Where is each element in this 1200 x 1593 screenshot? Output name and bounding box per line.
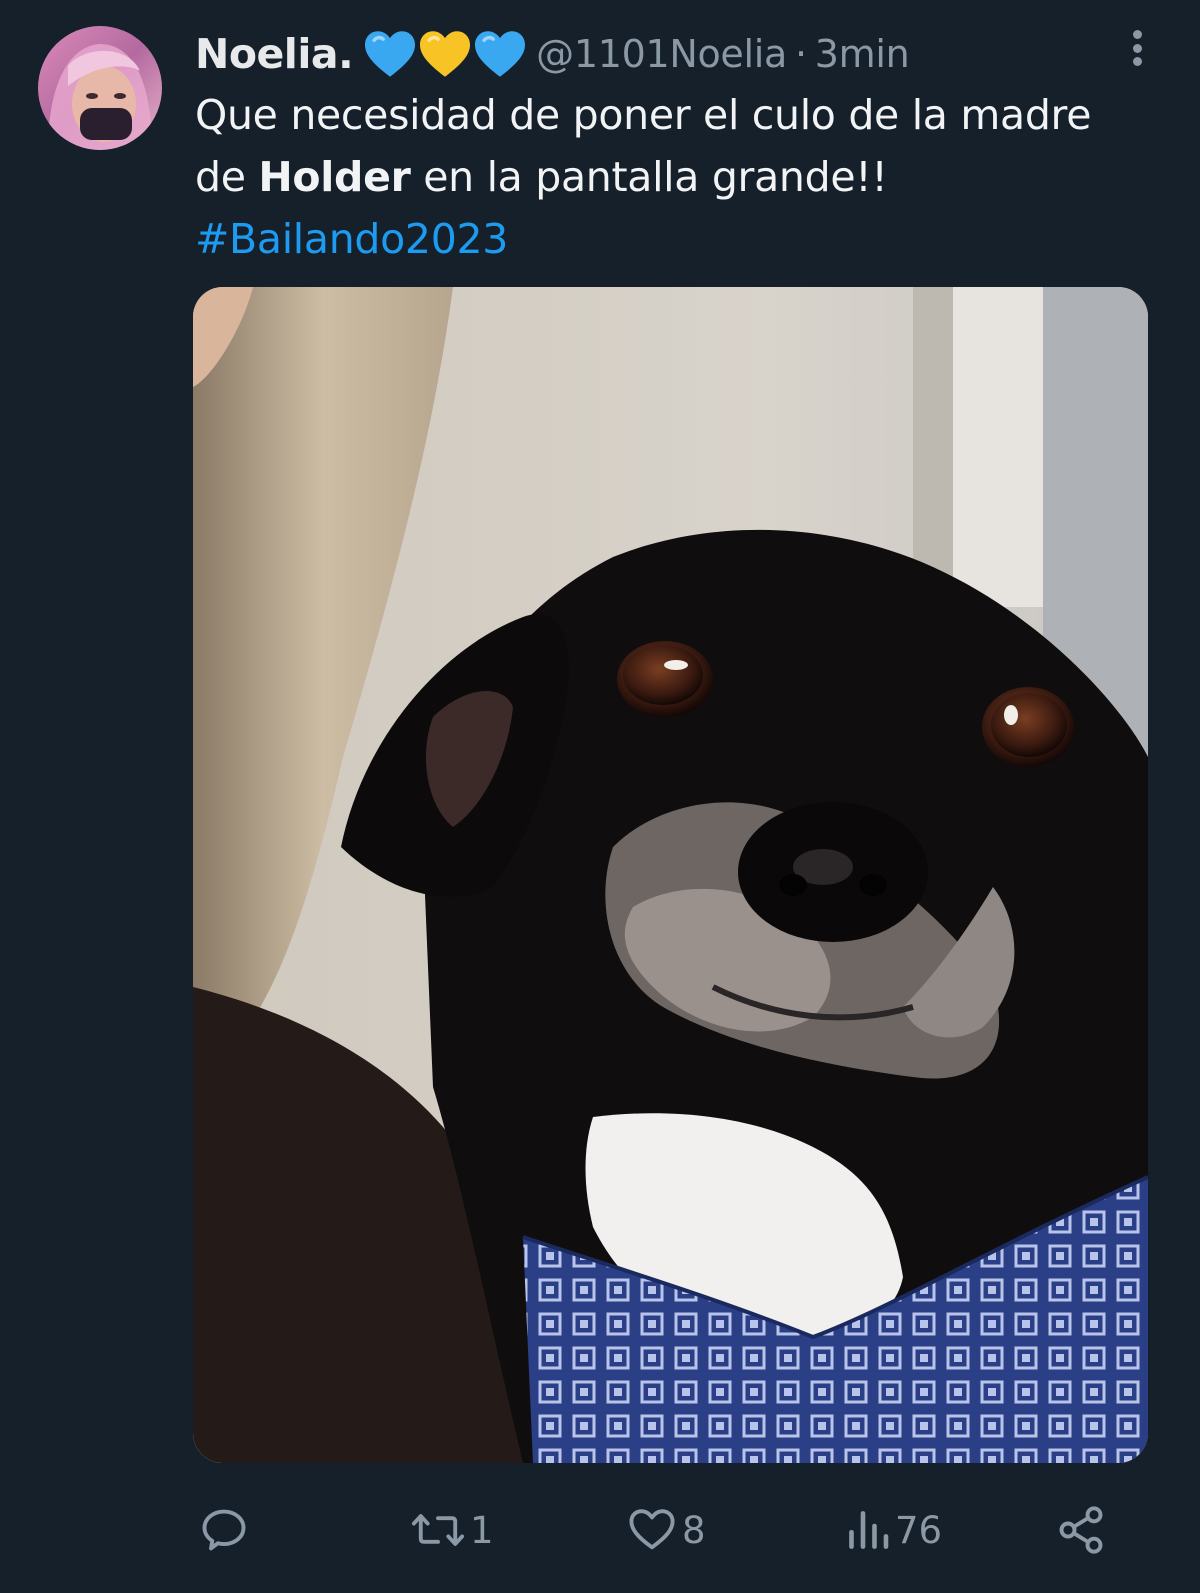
yellow-heart-icon (420, 31, 471, 77)
emoji-hearts (361, 29, 526, 79)
tweet-text: Que necesidad de poner el culo de la mad… (195, 84, 1135, 270)
reply-icon (202, 1509, 246, 1551)
reply-button[interactable] (198, 1495, 254, 1565)
separator-dot: · (795, 32, 807, 76)
retweet-count: 1 (470, 1508, 494, 1552)
retweet-button[interactable]: 1 (410, 1495, 494, 1565)
display-name[interactable]: Noelia. (195, 30, 354, 78)
more-icon-dot (1132, 57, 1142, 66)
more-icon (1132, 30, 1142, 39)
like-count: 8 (682, 1508, 706, 1552)
tweet-media-photo[interactable] (193, 287, 1148, 1463)
share-icon (1059, 1506, 1103, 1554)
like-button[interactable]: 8 (626, 1495, 706, 1565)
tweet-actions-bar: 1 8 76 (0, 1495, 1200, 1565)
more-icon-dot (1132, 43, 1142, 53)
views-count: 76 (895, 1508, 943, 1552)
avatar[interactable] (38, 26, 162, 150)
share-button[interactable] (1055, 1495, 1107, 1565)
views-button[interactable]: 76 (845, 1495, 942, 1565)
more-options-button[interactable] (1122, 28, 1152, 68)
tweet-text-bold: Holder (258, 153, 411, 201)
dog-photo (193, 287, 1148, 1463)
retweet-icon (411, 1514, 465, 1546)
views-icon (849, 1511, 889, 1549)
blue-heart-icon (475, 31, 526, 77)
avatar-image (38, 26, 162, 150)
tweet-time[interactable]: 3min (815, 32, 910, 76)
tweet-header: Noelia. @1101Noelia · 3min (195, 26, 910, 82)
like-icon (629, 1509, 675, 1550)
user-handle[interactable]: @1101Noelia (536, 32, 787, 76)
blue-heart-icon (365, 31, 416, 77)
tweet-text-part2: en la pantalla grande!! (410, 153, 888, 201)
hashtag-link[interactable]: #Bailando2023 (195, 208, 1135, 270)
